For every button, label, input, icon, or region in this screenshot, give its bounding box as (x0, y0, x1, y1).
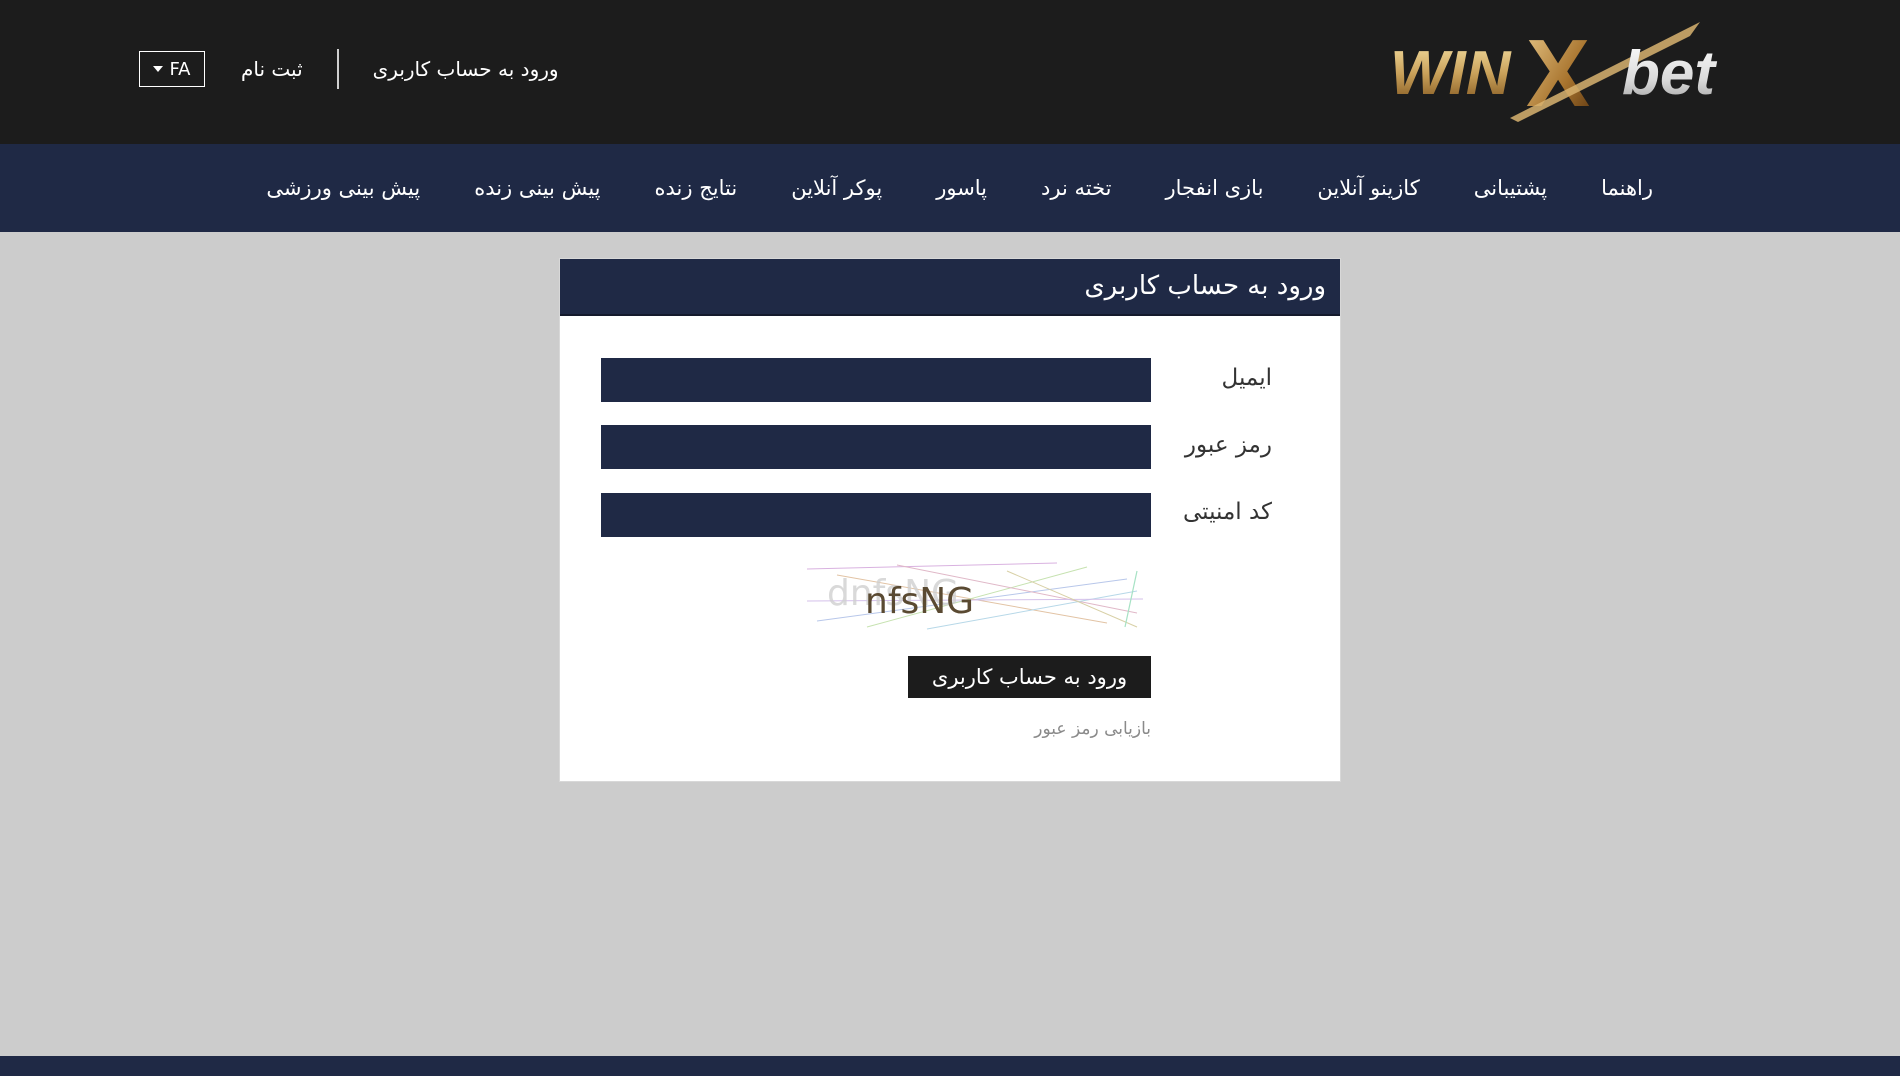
email-input[interactable] (601, 358, 1151, 402)
nav-item-help[interactable]: راهنما (1601, 176, 1653, 200)
top-header: WIN X bet FA ثبت نام ورود به حساب کاربری (0, 0, 1900, 144)
caret-down-icon (153, 66, 164, 72)
logo-text-bet: bet (1622, 39, 1717, 108)
login-card-header: ورود به حساب کاربری (560, 259, 1340, 316)
login-card: ورود به حساب کاربری ایمیل رمز عبور کد ام… (559, 258, 1341, 782)
footer-bar (0, 1056, 1900, 1076)
nav-item-live-results[interactable]: نتایج زنده (655, 176, 738, 200)
password-label: رمز عبور (1184, 432, 1272, 458)
captcha-text: nfsNG (865, 581, 974, 622)
nav-item-pasur[interactable]: پاسور (936, 176, 987, 200)
captcha-image: dnfsNG nfsNG (807, 561, 1143, 631)
nav-item-online-poker[interactable]: پوکر آنلاین (791, 176, 882, 200)
login-title: ورود به حساب کاربری (1084, 271, 1326, 301)
winxbet-logo-graphic: WIN X bet (1390, 22, 1717, 124)
security-code-label: کد امنیتی (1182, 499, 1272, 525)
top-divider (336, 49, 339, 89)
language-code: FA (169, 58, 191, 80)
forgot-password-link[interactable]: بازیابی رمز عبور (1034, 719, 1151, 739)
nav-list: پیش بینی ورزشی پیش بینی زنده نتایج زنده … (266, 144, 1653, 232)
security-code-input[interactable] (601, 493, 1151, 537)
brand-logo[interactable]: WIN X bet (1390, 22, 1760, 124)
login-submit-button[interactable]: ورود به حساب کاربری (908, 656, 1151, 698)
nav-item-online-casino[interactable]: کازینو آنلاین (1317, 176, 1419, 200)
nav-item-sports-betting[interactable]: پیش بینی ورزشی (266, 176, 420, 200)
register-link[interactable]: ثبت نام (241, 57, 303, 81)
nav-item-crash-game[interactable]: بازی انفجار (1166, 176, 1264, 200)
login-link[interactable]: ورود به حساب کاربری (373, 57, 559, 81)
captcha-graphic: dnfsNG nfsNG (807, 561, 1143, 631)
email-label: ایمیل (1221, 365, 1272, 391)
password-input[interactable] (601, 425, 1151, 469)
main-nav: پیش بینی ورزشی پیش بینی زنده نتایج زنده … (0, 144, 1900, 232)
account-links: FA ثبت نام ورود به حساب کاربری (139, 48, 559, 90)
nav-item-live-betting[interactable]: پیش بینی زنده (474, 176, 600, 200)
logo-text-win: WIN (1390, 39, 1512, 108)
nav-item-support[interactable]: پشتیبانی (1474, 176, 1547, 200)
nav-item-backgammon[interactable]: تخته نرد (1041, 176, 1111, 200)
language-selector[interactable]: FA (139, 51, 205, 87)
